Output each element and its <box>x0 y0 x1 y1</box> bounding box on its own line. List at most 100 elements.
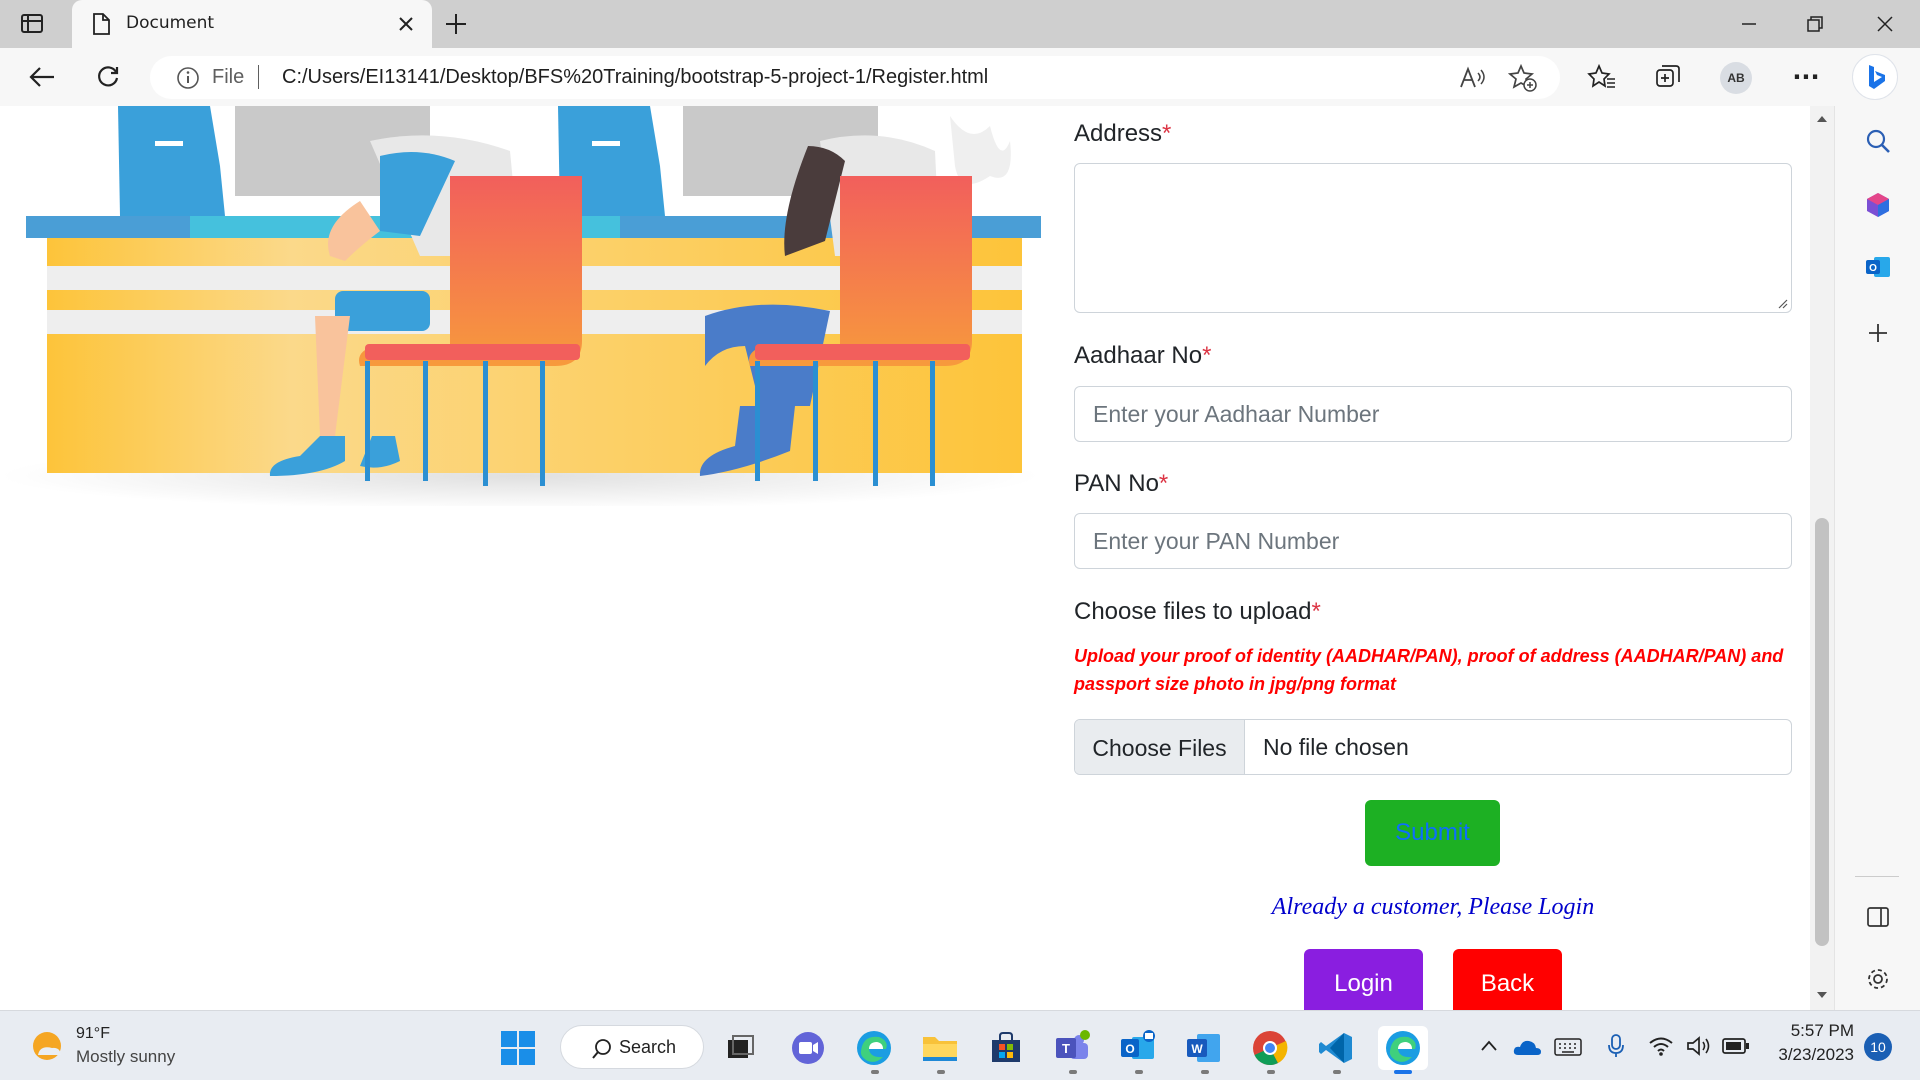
close-tab-icon[interactable] <box>396 14 416 38</box>
tray-chevron-up-icon[interactable] <box>1480 1039 1498 1053</box>
sidebar-toggle-icon[interactable] <box>1857 896 1899 938</box>
tab-strip: Document <box>0 0 1920 48</box>
page-scrollbar[interactable] <box>1810 106 1834 1010</box>
windows-start-icon[interactable] <box>496 1026 540 1070</box>
settings-gear-icon[interactable] <box>1857 958 1899 1000</box>
svg-text:W: W <box>1191 1042 1203 1056</box>
clock-time[interactable]: 5:57 PM <box>1750 1021 1854 1041</box>
teams-chat-icon[interactable] <box>786 1026 830 1070</box>
more-glyph: ··· <box>1792 63 1820 91</box>
submit-button[interactable]: Submit <box>1365 800 1500 866</box>
microphone-icon[interactable] <box>1606 1033 1626 1059</box>
tab-actions-icon[interactable] <box>20 12 46 36</box>
address-textarea[interactable] <box>1074 163 1792 313</box>
sidebar-add-icon[interactable] <box>1857 312 1899 354</box>
back-arrow-icon[interactable] <box>20 56 64 98</box>
search-icon <box>592 1039 611 1059</box>
aadhaar-input[interactable]: Enter your Aadhaar Number <box>1074 386 1792 442</box>
already-customer-text: Already a customer, Please Login <box>1271 894 1595 920</box>
sidebar-outlook-icon[interactable]: O <box>1857 246 1899 288</box>
sidebar-divider <box>1855 876 1899 877</box>
navigation-bar: File C:/Users/EI13141/Desktop/BFS%20Trai… <box>0 48 1920 106</box>
word-icon[interactable]: W <box>1182 1026 1226 1070</box>
running-indicator <box>1333 1070 1341 1074</box>
task-view-icon[interactable] <box>718 1026 762 1070</box>
upload-instructions: Upload your proof of identity (AADHAR/PA… <box>1074 646 1784 694</box>
notification-badge[interactable]: 10 <box>1864 1033 1892 1061</box>
aadhaar-label: Aadhaar No* <box>1074 342 1211 370</box>
back-button[interactable]: Back <box>1453 949 1562 1010</box>
required-mark: * <box>1311 598 1321 625</box>
restore-icon[interactable] <box>1780 0 1850 48</box>
back-label: Back <box>1480 970 1535 997</box>
file-explorer-icon[interactable] <box>918 1026 962 1070</box>
url-text[interactable]: C:/Users/EI13141/Desktop/BFS%20Training/… <box>282 66 988 89</box>
new-tab-icon[interactable] <box>444 12 468 40</box>
tab-title: Document <box>126 13 215 33</box>
address-label-text: Address <box>1074 120 1163 147</box>
edge-active-icon[interactable] <box>1378 1026 1428 1070</box>
file-input[interactable]: Choose Files No file chosen <box>1074 719 1792 775</box>
scroll-down-arrow-icon[interactable] <box>1816 990 1828 1000</box>
scroll-up-arrow-icon[interactable] <box>1816 114 1828 124</box>
upload-label-text: Choose files to upload <box>1074 598 1312 625</box>
bing-copilot-icon[interactable] <box>1852 54 1898 100</box>
svg-text:O: O <box>1125 1042 1134 1056</box>
search-label: Search <box>619 1037 677 1057</box>
profile-avatar[interactable]: AB <box>1720 62 1752 94</box>
weather-sun-icon <box>33 1032 61 1060</box>
weather-widget[interactable]: 91°F Mostly sunny <box>26 1021 196 1071</box>
address-scheme: File <box>212 66 245 88</box>
onedrive-icon[interactable] <box>1512 1037 1542 1057</box>
address-label: Address* <box>1074 120 1171 148</box>
add-favorite-icon[interactable] <box>1507 63 1538 96</box>
favorites-icon[interactable] <box>1580 56 1624 98</box>
collections-icon[interactable] <box>1646 56 1690 98</box>
choose-files-button[interactable]: Choose Files <box>1075 720 1245 774</box>
battery-icon[interactable] <box>1722 1037 1750 1055</box>
refresh-icon[interactable] <box>86 56 130 98</box>
taskbar-search-box[interactable]: Search <box>560 1025 704 1069</box>
edge-taskbar-icon[interactable] <box>852 1026 896 1070</box>
teams-icon[interactable]: T <box>1050 1026 1094 1070</box>
scrollbar-thumb[interactable] <box>1815 518 1829 946</box>
info-icon[interactable] <box>176 66 200 94</box>
active-tab[interactable]: Document <box>72 0 432 48</box>
upload-label: Choose files to upload* <box>1074 598 1321 626</box>
required-mark: * <box>1158 470 1169 497</box>
read-aloud-icon[interactable] <box>1458 65 1486 95</box>
profile-initials: AB <box>1727 71 1745 85</box>
vscode-icon[interactable] <box>1314 1026 1358 1070</box>
running-indicator <box>1069 1070 1077 1074</box>
taskbar: 91°F Mostly sunny Search T O W 5:57 PM 3… <box>0 1010 1920 1080</box>
chrome-icon[interactable] <box>1248 1026 1292 1070</box>
running-indicator <box>1201 1070 1209 1074</box>
more-menu-icon[interactable]: ··· <box>1784 56 1828 98</box>
address-bar[interactable]: File C:/Users/EI13141/Desktop/BFS%20Trai… <box>150 56 1560 99</box>
pan-placeholder: Enter your PAN Number <box>1093 528 1340 554</box>
already-customer-link[interactable]: Already a customer, Please Login <box>1074 894 1792 921</box>
clock-date[interactable]: 3/23/2023 <box>1750 1045 1854 1065</box>
outlook-icon[interactable]: O <box>1116 1026 1160 1070</box>
active-indicator <box>1394 1070 1412 1074</box>
pan-input[interactable]: Enter your PAN Number <box>1074 513 1792 569</box>
wifi-icon[interactable] <box>1648 1035 1674 1057</box>
microsoft-store-icon[interactable] <box>984 1026 1028 1070</box>
close-window-icon[interactable] <box>1850 0 1920 48</box>
sidebar-search-icon[interactable] <box>1857 120 1899 162</box>
aadhaar-placeholder: Enter your Aadhaar Number <box>1093 401 1380 427</box>
keyboard-icon[interactable] <box>1554 1037 1582 1057</box>
notification-count: 10 <box>1870 1039 1886 1055</box>
file-status: No file chosen <box>1263 734 1409 760</box>
document-icon <box>90 12 112 40</box>
office-illustration <box>0 106 1041 506</box>
weather-temp: 91°F <box>76 1025 110 1042</box>
resize-handle-icon[interactable] <box>1776 297 1788 309</box>
sidebar-office-icon[interactable] <box>1857 184 1899 226</box>
login-button[interactable]: Login <box>1304 949 1423 1010</box>
svg-text:T: T <box>1062 1041 1070 1056</box>
minimize-icon[interactable] <box>1714 0 1784 48</box>
login-label: Login <box>1334 970 1393 997</box>
volume-icon[interactable] <box>1686 1035 1712 1057</box>
required-mark: * <box>1162 120 1172 147</box>
